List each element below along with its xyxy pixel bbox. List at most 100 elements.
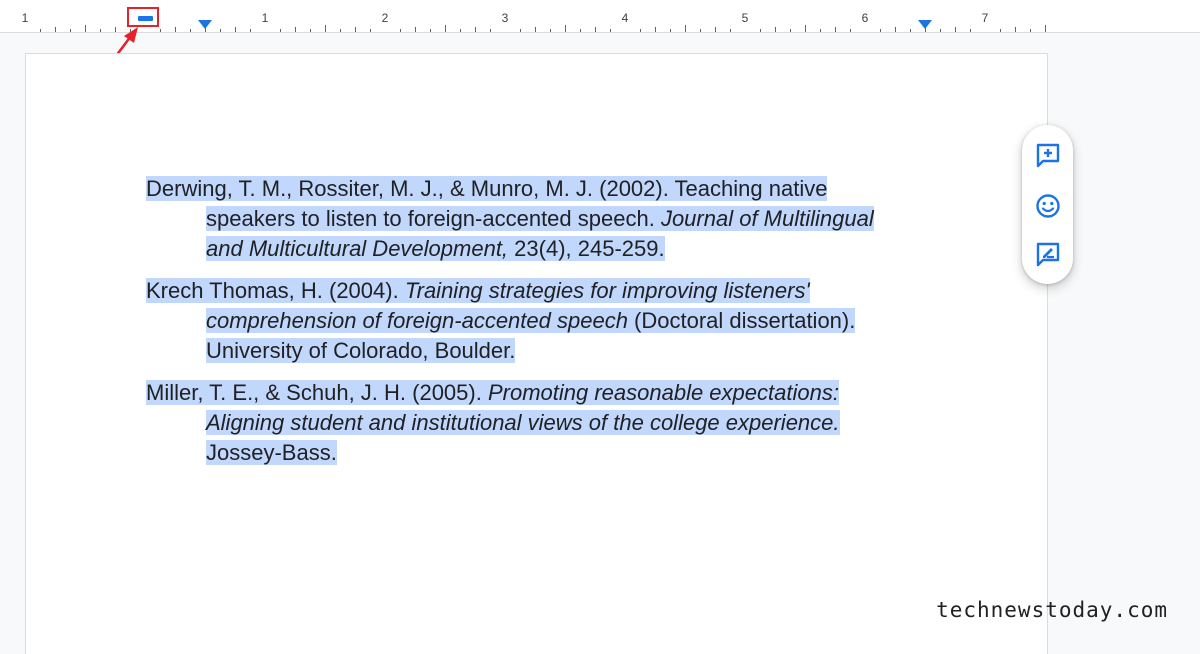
ruler-tick <box>820 29 821 32</box>
horizontal-ruler[interactable]: 1 1 2 3 4 5 6 7 <box>0 0 1200 33</box>
selected-text: Miller, T. E., & Schuh, J. H. (2005). Pr… <box>146 380 839 405</box>
selected-text: Jossey-Bass. <box>206 440 337 465</box>
ruler-tick <box>565 25 566 32</box>
italic-text-run: and Multicultural Development, <box>206 236 509 261</box>
ruler-tick <box>310 29 311 32</box>
reference-entry[interactable]: Miller, T. E., & Schuh, J. H. (2005). Pr… <box>146 378 906 468</box>
selected-text: speakers to listen to foreign-accented s… <box>206 206 874 231</box>
ruler-tick <box>880 29 881 32</box>
text-run: University of Colorado, Boulder. <box>206 338 516 363</box>
text-run: 23(4), 245-259. <box>508 236 665 261</box>
ruler-tick <box>805 25 806 32</box>
ruler-tick <box>670 29 671 32</box>
ruler-tick <box>1015 27 1016 32</box>
ruler-number: 3 <box>501 11 509 25</box>
floating-side-toolbar <box>1022 125 1073 284</box>
ruler-tick <box>175 27 176 32</box>
ruler-tick <box>490 29 491 32</box>
ruler-tick <box>445 25 446 32</box>
left-indent-marker[interactable] <box>198 20 212 29</box>
suggest-edits-icon <box>1036 242 1060 267</box>
ruler-tick <box>940 29 941 32</box>
ruler-tick <box>40 29 41 32</box>
ruler-tick <box>250 29 251 32</box>
ruler-tick <box>850 29 851 32</box>
selected-text: University of Colorado, Boulder. <box>206 338 516 363</box>
reference-line: Jossey-Bass. <box>146 438 906 468</box>
reference-entry[interactable]: Derwing, T. M., Rossiter, M. J., & Munro… <box>146 174 906 264</box>
reference-line: and Multicultural Development, 23(4), 24… <box>146 234 906 264</box>
ruler-tick <box>55 27 56 32</box>
italic-text-run: comprehension of foreign-accented speech <box>206 308 628 333</box>
ruler-tick <box>550 29 551 32</box>
reference-line: University of Colorado, Boulder. <box>146 336 906 366</box>
ruler-tick <box>160 29 161 32</box>
ruler-tick <box>1000 29 1001 32</box>
emoji-reaction-icon <box>1036 194 1060 218</box>
ruler-tick <box>340 29 341 32</box>
text-run: Derwing, T. M., Rossiter, M. J., & Munro… <box>146 176 828 201</box>
ruler-number: 1 <box>261 11 269 25</box>
ruler-tick <box>715 27 716 32</box>
reference-line: Miller, T. E., & Schuh, J. H. (2005). Pr… <box>146 378 906 408</box>
selected-text: Krech Thomas, H. (2004). Training strate… <box>146 278 810 303</box>
selected-text: Aligning student and institutional views… <box>206 410 840 435</box>
reference-entry[interactable]: Krech Thomas, H. (2004). Training strate… <box>146 276 906 366</box>
ruler-tick <box>775 27 776 32</box>
ruler-tick <box>760 29 761 32</box>
right-indent-marker[interactable] <box>918 20 932 29</box>
ruler-number: 5 <box>741 11 749 25</box>
ruler-tick <box>610 29 611 32</box>
italic-text-run: Journal of Multilingual <box>660 206 874 231</box>
ruler-tick <box>190 29 191 32</box>
italic-text-run: Aligning student and institutional views… <box>206 410 840 435</box>
ruler-tick <box>640 29 641 32</box>
ruler-tick <box>280 29 281 32</box>
ruler-tick <box>400 29 401 32</box>
ruler-number: 6 <box>861 11 869 25</box>
ruler-tick <box>295 27 296 32</box>
italic-text-run: Training strategies for improving listen… <box>404 278 810 303</box>
ruler-tick <box>1030 29 1031 32</box>
selected-text: and Multicultural Development, 23(4), 24… <box>206 236 665 261</box>
ruler-tick <box>685 25 686 32</box>
ruler-tick <box>910 29 911 32</box>
ruler-tick <box>460 29 461 32</box>
ruler-tick <box>475 27 476 32</box>
reference-line: comprehension of foreign-accented speech… <box>146 306 906 336</box>
reference-line: speakers to listen to foreign-accented s… <box>146 204 906 234</box>
reference-line: Aligning student and institutional views… <box>146 408 906 438</box>
suggest-edits-button[interactable] <box>1034 240 1062 268</box>
ruler-tick <box>535 27 536 32</box>
ruler-tick <box>655 27 656 32</box>
ruler-tick <box>220 29 221 32</box>
ruler-tick <box>235 27 236 32</box>
reference-line: Krech Thomas, H. (2004). Training strate… <box>146 276 906 306</box>
watermark-text: technewstoday.com <box>936 598 1168 622</box>
ruler-tick <box>430 29 431 32</box>
document-page[interactable]: Derwing, T. M., Rossiter, M. J., & Munro… <box>25 53 1048 654</box>
ruler-tick <box>955 27 956 32</box>
ruler-number: 1 <box>21 11 29 25</box>
ruler-tick <box>835 27 836 32</box>
ruler-tick <box>730 29 731 32</box>
add-comment-icon <box>1036 143 1060 168</box>
ruler-tick <box>895 27 896 32</box>
text-run: (Doctoral dissertation). <box>627 308 856 333</box>
ruler-tick <box>595 27 596 32</box>
reference-line: Derwing, T. M., Rossiter, M. J., & Munro… <box>146 174 906 204</box>
add-emoji-reaction-button[interactable] <box>1034 192 1062 220</box>
text-run: Jossey-Bass. <box>206 440 337 465</box>
selected-text: Derwing, T. M., Rossiter, M. J., & Munro… <box>146 176 828 201</box>
text-run: Miller, T. E., & Schuh, J. H. (2005). <box>146 380 488 405</box>
text-run: speakers to listen to foreign-accented s… <box>206 206 661 231</box>
ruler-tick <box>1045 25 1046 32</box>
add-comment-button[interactable] <box>1034 141 1062 169</box>
italic-text-run: Promoting reasonable expectations: <box>487 380 839 405</box>
ruler-tick <box>370 29 371 32</box>
ruler-tick <box>355 27 356 32</box>
ruler-tick <box>580 29 581 32</box>
ruler-number: 7 <box>981 11 989 25</box>
ruler-number: 4 <box>621 11 629 25</box>
ruler-tick <box>520 29 521 32</box>
